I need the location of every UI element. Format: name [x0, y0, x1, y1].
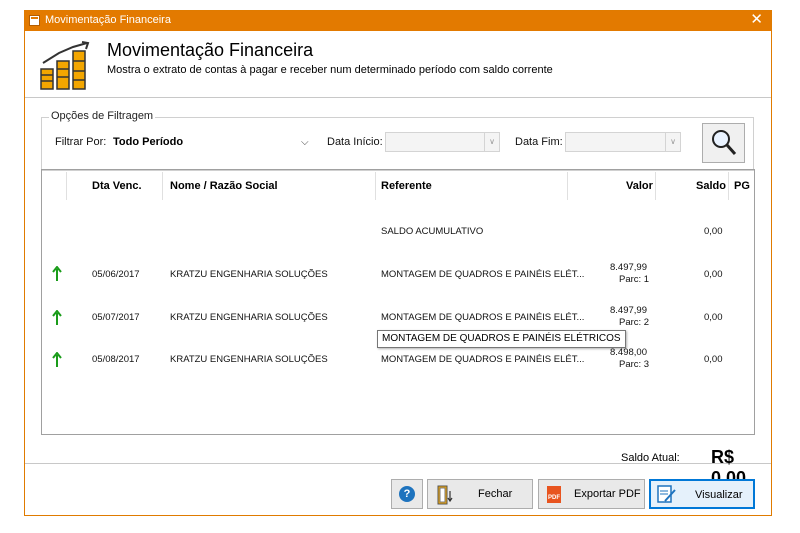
cell-referente: MONTAGEM DE QUADROS E PAINÉIS ELÉT...: [381, 312, 585, 323]
close-icon[interactable]: ✕: [750, 12, 763, 28]
bar-chart-growth-icon: [40, 41, 90, 90]
cell-saldo: 0,00: [704, 354, 723, 365]
door-exit-icon: [437, 485, 453, 505]
cell-referente: SALDO ACUMULATIVO: [381, 226, 484, 237]
arrow-up-icon: [52, 310, 62, 325]
view-button-label: Visualizar: [695, 489, 743, 501]
help-button[interactable]: ?: [391, 479, 423, 509]
cell-parcela: Parc: 3: [619, 359, 650, 370]
cell-valor: 8.497,99: [610, 262, 647, 273]
cell-valor: 8.498,00: [610, 347, 647, 358]
cell-parcela: Parc: 1: [619, 274, 650, 285]
cell-referente: MONTAGEM DE QUADROS E PAINÉIS ELÉT...: [381, 269, 585, 280]
column-divider: [66, 172, 67, 200]
close-button-label: Fechar: [478, 488, 513, 500]
arrow-up-icon: [52, 352, 62, 367]
col-due-date[interactable]: Dta Venc.: [92, 170, 142, 202]
cell-due-date: 05/07/2017: [92, 312, 140, 323]
filter-by-combo[interactable]: Todo Período ⌵: [109, 131, 319, 153]
cell-saldo: 0,00: [704, 269, 723, 280]
column-divider: [728, 172, 729, 200]
saldo-atual-label: Saldo Atual:: [621, 452, 680, 464]
filter-by-value: Todo Período: [113, 136, 184, 148]
date-start-input[interactable]: ∨: [385, 132, 500, 152]
pdf-icon: PDF: [547, 486, 561, 503]
cell-valor: 8.497,99: [610, 305, 647, 316]
app-icon: [29, 15, 40, 26]
transactions-table[interactable]: Dta Venc. Nome / Razão Social Referente …: [41, 169, 755, 435]
referente-tooltip: MONTAGEM DE QUADROS E PAINÉIS ELÉTRICOS: [377, 330, 626, 348]
col-name[interactable]: Nome / Razão Social: [170, 170, 278, 202]
filter-legend: Opções de Filtragem: [49, 110, 156, 122]
column-divider: [162, 172, 163, 200]
date-start-dropdown-icon[interactable]: ∨: [484, 133, 499, 151]
export-pdf-label: Exportar PDF: [574, 488, 641, 500]
window-title: Movimentação Financeira: [45, 14, 171, 26]
main-window: Movimentação Financeira ✕ Movimentação F…: [24, 10, 772, 516]
col-saldo[interactable]: Saldo: [696, 170, 726, 202]
magnifier-icon: [712, 130, 737, 155]
table-row[interactable]: 05/06/2017 KRATZU ENGENHARIA SOLUÇÕES MO…: [42, 254, 754, 294]
date-end-dropdown-icon[interactable]: ∨: [665, 133, 680, 151]
column-divider: [567, 172, 568, 200]
col-referente[interactable]: Referente: [381, 170, 432, 202]
view-button[interactable]: Visualizar: [649, 479, 755, 509]
filter-by-label: Filtrar Por:: [55, 136, 107, 148]
cell-referente: MONTAGEM DE QUADROS E PAINÉIS ELÉT...: [381, 354, 585, 365]
column-divider: [375, 172, 376, 200]
date-start-label: Data Início:: [327, 136, 383, 148]
help-icon: ?: [399, 486, 415, 502]
edit-document-icon: [657, 485, 676, 503]
cell-name: KRATZU ENGENHARIA SOLUÇÕES: [170, 269, 328, 280]
cell-saldo: 0,00: [704, 312, 723, 323]
page-subtitle: Mostra o extrato de contas à pagar e rec…: [107, 64, 553, 76]
cell-due-date: 05/08/2017: [92, 354, 140, 365]
table-header: Dta Venc. Nome / Razão Social Referente …: [42, 170, 754, 202]
title-bar: Movimentação Financeira ✕: [25, 11, 771, 31]
table-row[interactable]: 05/07/2017 KRATZU ENGENHARIA SOLUÇÕES MO…: [42, 294, 754, 334]
date-end-label: Data Fim:: [515, 136, 563, 148]
cell-name: KRATZU ENGENHARIA SOLUÇÕES: [170, 354, 328, 365]
date-end-input[interactable]: ∨: [565, 132, 681, 152]
page-title: Movimentação Financeira: [107, 40, 314, 60]
table-row[interactable]: SALDO ACUMULATIVO 0,00: [42, 210, 754, 242]
cell-parcela: Parc: 2: [619, 317, 650, 328]
cell-name: KRATZU ENGENHARIA SOLUÇÕES: [170, 312, 328, 323]
close-button[interactable]: Fechar: [427, 479, 533, 509]
col-pg[interactable]: PG: [734, 170, 750, 202]
header-divider: [25, 97, 771, 98]
arrow-up-icon: [52, 266, 62, 281]
search-button[interactable]: [702, 123, 745, 163]
chevron-down-icon: ⌵: [301, 137, 309, 148]
cell-saldo: 0,00: [704, 226, 723, 237]
cell-due-date: 05/06/2017: [92, 269, 140, 280]
export-pdf-button[interactable]: PDF Exportar PDF: [538, 479, 645, 509]
col-valor[interactable]: Valor: [626, 170, 653, 202]
column-divider: [655, 172, 656, 200]
